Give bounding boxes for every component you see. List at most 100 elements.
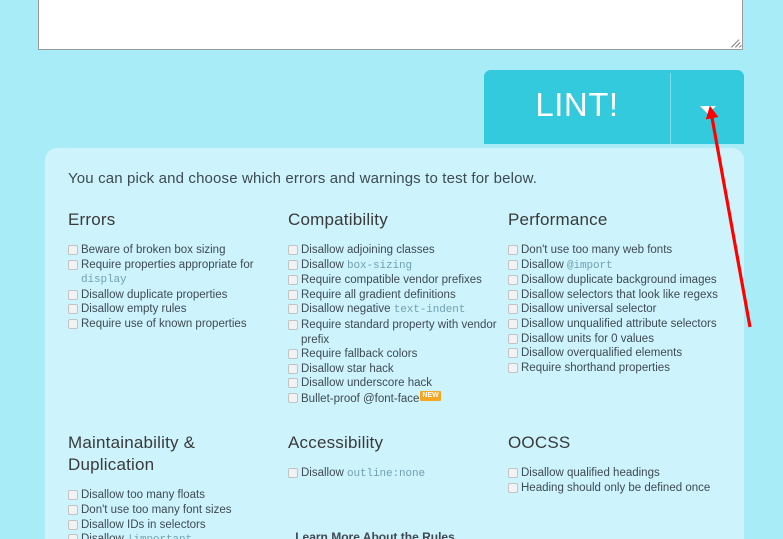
rule-item[interactable]: Require all gradient definitions <box>288 288 500 303</box>
lint-button[interactable]: LINT! <box>484 70 670 144</box>
rule-item[interactable]: Don't use too many font sizes <box>68 503 280 518</box>
rule-item[interactable]: Require standard property with vendor pr… <box>288 318 500 347</box>
rule-item[interactable]: Disallow star hack <box>288 362 500 377</box>
rule-checkbox[interactable] <box>508 318 518 329</box>
rule-label[interactable]: Don't use too many font sizes <box>81 503 280 518</box>
rule-checkbox[interactable] <box>288 349 298 360</box>
rule-label[interactable]: Disallow underscore hack <box>301 376 500 391</box>
rule-item[interactable]: Disallow duplicate properties <box>68 288 280 303</box>
rule-label[interactable]: Disallow @import <box>521 258 720 274</box>
new-badge: NEW <box>420 390 441 401</box>
rule-label[interactable]: Require use of known properties <box>81 317 280 332</box>
rule-checkbox[interactable] <box>288 378 298 389</box>
rule-checkbox[interactable] <box>288 468 298 479</box>
rule-label[interactable]: Disallow box-sizing <box>301 258 500 274</box>
rule-item[interactable]: Heading should only be defined once <box>508 481 720 496</box>
rule-item[interactable]: Disallow selectors that look like regexs <box>508 288 720 303</box>
rule-item[interactable]: Disallow @import <box>508 258 720 274</box>
rule-checkbox[interactable] <box>288 304 298 315</box>
rule-label[interactable]: Disallow negative text-indent <box>301 302 500 318</box>
rule-checkbox[interactable] <box>68 519 78 530</box>
rules-column-performance: Performance Don't use too many web fonts… <box>508 209 728 406</box>
rule-label[interactable]: Disallow overqualified elements <box>521 346 720 361</box>
rule-label[interactable]: Disallow empty rules <box>81 302 280 317</box>
rule-label[interactable]: Beware of broken box sizing <box>81 243 280 258</box>
rule-checkbox[interactable] <box>68 318 78 329</box>
rule-checkbox[interactable] <box>508 362 518 373</box>
rule-checkbox[interactable] <box>508 348 518 359</box>
rule-checkbox[interactable] <box>68 245 78 255</box>
rule-label[interactable]: Require shorthand properties <box>521 361 720 376</box>
rule-checkbox[interactable] <box>68 304 78 315</box>
rule-label[interactable]: Disallow outline:none <box>301 466 500 482</box>
rule-checkbox[interactable] <box>508 259 518 270</box>
rule-item[interactable]: Disallow negative text-indent <box>288 302 500 318</box>
rule-checkbox[interactable] <box>508 245 518 255</box>
rule-label[interactable]: Disallow star hack <box>301 362 500 377</box>
rule-checkbox[interactable] <box>508 468 518 479</box>
rule-item[interactable]: Disallow too many floats <box>68 488 280 503</box>
rule-label[interactable]: Disallow duplicate properties <box>81 288 280 303</box>
rule-label[interactable]: Disallow duplicate background images <box>521 273 720 288</box>
rule-checkbox[interactable] <box>68 289 78 300</box>
rule-label[interactable]: Disallow too many floats <box>81 488 280 503</box>
rule-checkbox[interactable] <box>288 392 298 403</box>
css-property-token: display <box>81 274 127 287</box>
rule-item[interactable]: Disallow qualified headings <box>508 466 720 481</box>
column-heading: Compatibility <box>288 210 388 229</box>
rule-checkbox[interactable] <box>508 304 518 315</box>
rule-item[interactable]: Require properties appropriate for displ… <box>68 258 280 288</box>
rule-item[interactable]: Bullet-proof @font-face NEW <box>288 390 500 406</box>
rule-label[interactable]: Require standard property with vendor pr… <box>301 318 500 347</box>
rule-item[interactable]: Beware of broken box sizing <box>68 243 280 258</box>
rule-item[interactable]: Disallow underscore hack <box>288 376 500 391</box>
column-heading: Errors <box>68 210 116 229</box>
rule-checkbox[interactable] <box>288 259 298 270</box>
rule-label[interactable]: Require all gradient definitions <box>301 288 500 303</box>
rule-label[interactable]: Don't use too many web fonts <box>521 243 720 258</box>
rule-item[interactable]: Disallow universal selector <box>508 302 720 317</box>
rule-item[interactable]: Don't use too many web fonts <box>508 243 720 258</box>
rule-label[interactable]: Heading should only be defined once <box>521 481 720 496</box>
rule-item[interactable]: Require compatible vendor prefixes <box>288 273 500 288</box>
rule-checkbox[interactable] <box>508 482 518 493</box>
rule-label[interactable]: Disallow adjoining classes <box>301 243 500 258</box>
rule-item[interactable]: Disallow units for 0 values <box>508 332 720 347</box>
rule-checkbox[interactable] <box>288 289 298 300</box>
rule-item[interactable]: Disallow adjoining classes <box>288 243 500 258</box>
rules-column-oocss: OOCSS Disallow qualified headings Heading… <box>508 432 728 539</box>
rule-label[interactable]: Disallow unqualified attribute selectors <box>521 317 720 332</box>
learn-more-link[interactable]: Learn More About the Rules <box>45 530 705 539</box>
css-input-textarea[interactable] <box>38 0 743 50</box>
rule-checkbox[interactable] <box>508 275 518 286</box>
rule-checkbox[interactable] <box>68 504 78 515</box>
rule-item[interactable]: Disallow overqualified elements <box>508 346 720 361</box>
rule-label[interactable]: Disallow qualified headings <box>521 466 720 481</box>
rule-checkbox[interactable] <box>508 333 518 344</box>
rule-checkbox[interactable] <box>288 245 298 255</box>
rule-label[interactable]: Require fallback colors <box>301 347 500 362</box>
rule-checkbox[interactable] <box>288 275 298 286</box>
rule-item[interactable]: Disallow empty rules <box>68 302 280 317</box>
rule-label[interactable]: Disallow selectors that look like regexs <box>521 288 720 303</box>
rule-checkbox[interactable] <box>68 259 78 270</box>
rule-checkbox[interactable] <box>68 490 78 501</box>
rule-item[interactable]: Require use of known properties <box>68 317 280 332</box>
rules-column-compatibility: Compatibility Disallow adjoining classes… <box>288 209 508 406</box>
rule-checkbox[interactable] <box>288 319 298 330</box>
lint-dropdown-button[interactable] <box>671 70 744 144</box>
rule-checkbox[interactable] <box>288 363 298 374</box>
rule-item[interactable]: Disallow box-sizing <box>288 258 500 274</box>
rule-item[interactable]: Disallow outline:none <box>288 466 500 482</box>
rule-label[interactable]: Disallow universal selector <box>521 302 720 317</box>
rule-label[interactable]: Require properties appropriate for displ… <box>81 258 280 288</box>
rule-item[interactable]: Require shorthand properties <box>508 361 720 376</box>
rule-item[interactable]: Require fallback colors <box>288 347 500 362</box>
rule-item[interactable]: Disallow duplicate background images <box>508 273 720 288</box>
rule-label[interactable]: Bullet-proof @font-face NEW <box>301 390 500 406</box>
rule-label[interactable]: Disallow units for 0 values <box>521 332 720 347</box>
rule-checkbox[interactable] <box>508 289 518 300</box>
rule-label[interactable]: Require compatible vendor prefixes <box>301 273 500 288</box>
rules-row-bottom: Maintainability & Duplication Disallow t… <box>68 432 744 539</box>
rule-item[interactable]: Disallow unqualified attribute selectors <box>508 317 720 332</box>
